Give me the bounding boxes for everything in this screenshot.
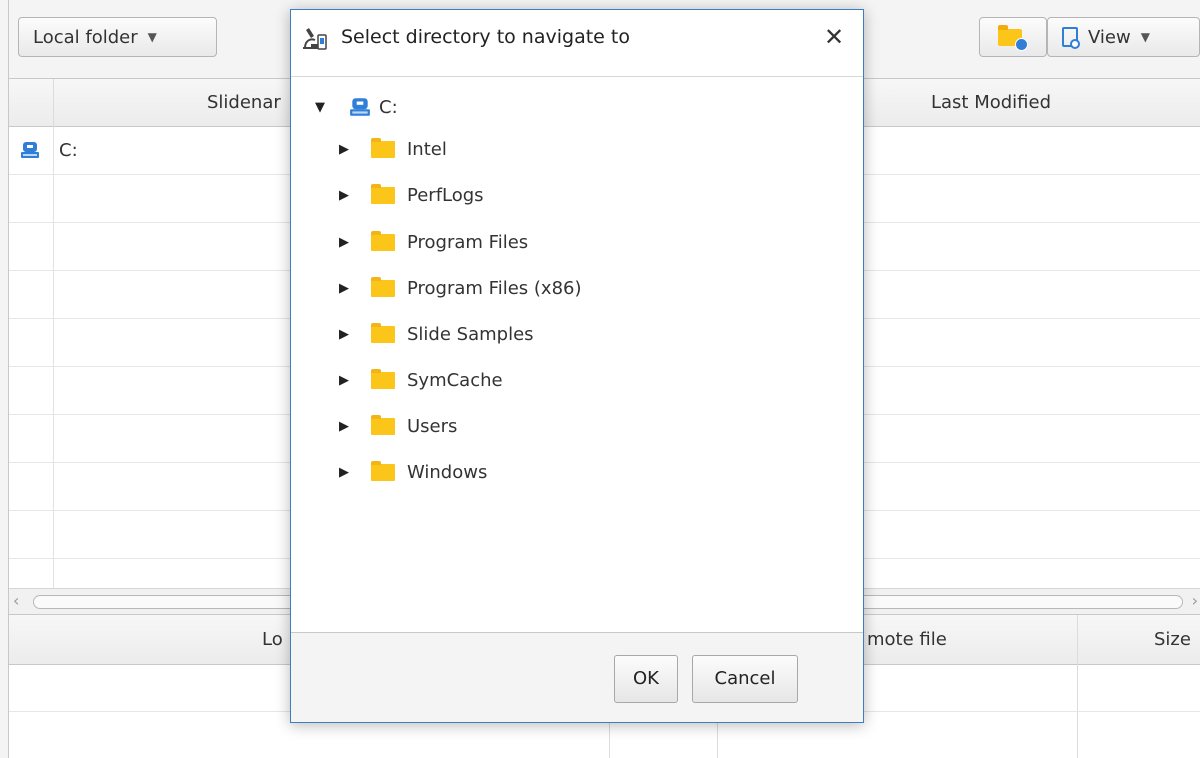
folder-icon [371,137,395,158]
column-header-size[interactable]: Size [1154,615,1191,665]
tree-item-folder[interactable]: ▶ PerfLogs [339,177,484,213]
chevron-down-icon: ▼ [1140,30,1150,44]
folder-icon [371,460,395,481]
close-icon[interactable]: ✕ [819,22,849,52]
tree-item-folder[interactable]: ▶ Slide Samples [339,316,534,352]
tree-item-label: Program Files (x86) [407,277,582,299]
dialog-title: Select directory to navigate to [341,26,630,48]
chevron-left-icon[interactable]: ‹ [13,591,19,610]
expand-icon[interactable]: ▶ [339,281,357,296]
expand-icon[interactable]: ▶ [339,373,357,388]
local-folder-label: Local folder [33,26,138,48]
local-folder-dropdown[interactable]: Local folder ▼ [18,17,217,57]
row-name: C: [59,140,78,161]
new-folder-icon [998,24,1028,51]
expand-icon[interactable]: ▶ [339,465,357,480]
drive-icon [350,98,370,116]
tree-item-root[interactable]: ▼ C: [315,89,398,125]
microscope-icon [303,28,327,50]
tree-item-label: C: [379,96,398,118]
ok-button[interactable]: OK [614,655,678,703]
folder-icon [371,230,395,251]
column-header-remote-file[interactable]: mote file [867,615,947,665]
tree-item-folder[interactable]: ▶ Users [339,408,457,444]
folder-icon [371,414,395,435]
expand-icon[interactable]: ▶ [339,188,357,203]
column-header-last-modified[interactable]: Last Modified [931,79,1051,127]
folder-icon [371,368,395,389]
cancel-button[interactable]: Cancel [692,655,798,703]
tree-item-folder[interactable]: ▶ SymCache [339,362,503,398]
tree-item-folder[interactable]: ▶ Program Files [339,224,528,260]
tree-item-folder[interactable]: ▶ Intel [339,131,447,167]
expand-icon[interactable]: ▶ [339,419,357,434]
tree-item-label: Program Files [407,231,529,253]
collapse-icon[interactable]: ▼ [315,100,333,115]
view-icon [1062,27,1080,49]
expand-icon[interactable]: ▶ [339,142,357,157]
tree-item-label: Users [407,415,458,437]
dialog-titlebar[interactable]: Select directory to navigate to ✕ [291,10,863,67]
tree-item-label: SymCache [407,369,503,391]
tree-item-label: Windows [407,461,488,483]
folder-icon [371,322,395,343]
new-folder-button[interactable] [979,17,1047,57]
drive-icon [21,142,39,158]
tree-item-folder[interactable]: ▶ Windows [339,454,487,490]
expand-icon[interactable]: ▶ [339,235,357,250]
view-dropdown[interactable]: View ▼ [1047,17,1200,57]
tree-item-label: Slide Samples [407,323,534,345]
tree-item-label: PerfLogs [407,184,484,206]
column-header-local-file[interactable]: Lo [262,615,283,665]
chevron-down-icon: ▼ [147,30,157,44]
folder-icon [371,276,395,297]
tree-item-label: Intel [407,138,447,160]
directory-tree: ▼ C: ▶ Intel ▶ PerfLogs ▶ Program Files [291,76,863,632]
folder-icon [371,183,395,204]
view-label: View [1088,26,1131,48]
select-directory-dialog: Select directory to navigate to ✕ ▼ C: ▶… [290,9,864,723]
dialog-footer: OK Cancel [291,632,863,722]
expand-icon[interactable]: ▶ [339,327,357,342]
chevron-right-icon[interactable]: › [1192,591,1198,610]
tree-item-folder[interactable]: ▶ Program Files (x86) [339,270,582,306]
column-header-slidename[interactable]: Slidenar [207,79,281,127]
window-left-edge [0,0,9,758]
